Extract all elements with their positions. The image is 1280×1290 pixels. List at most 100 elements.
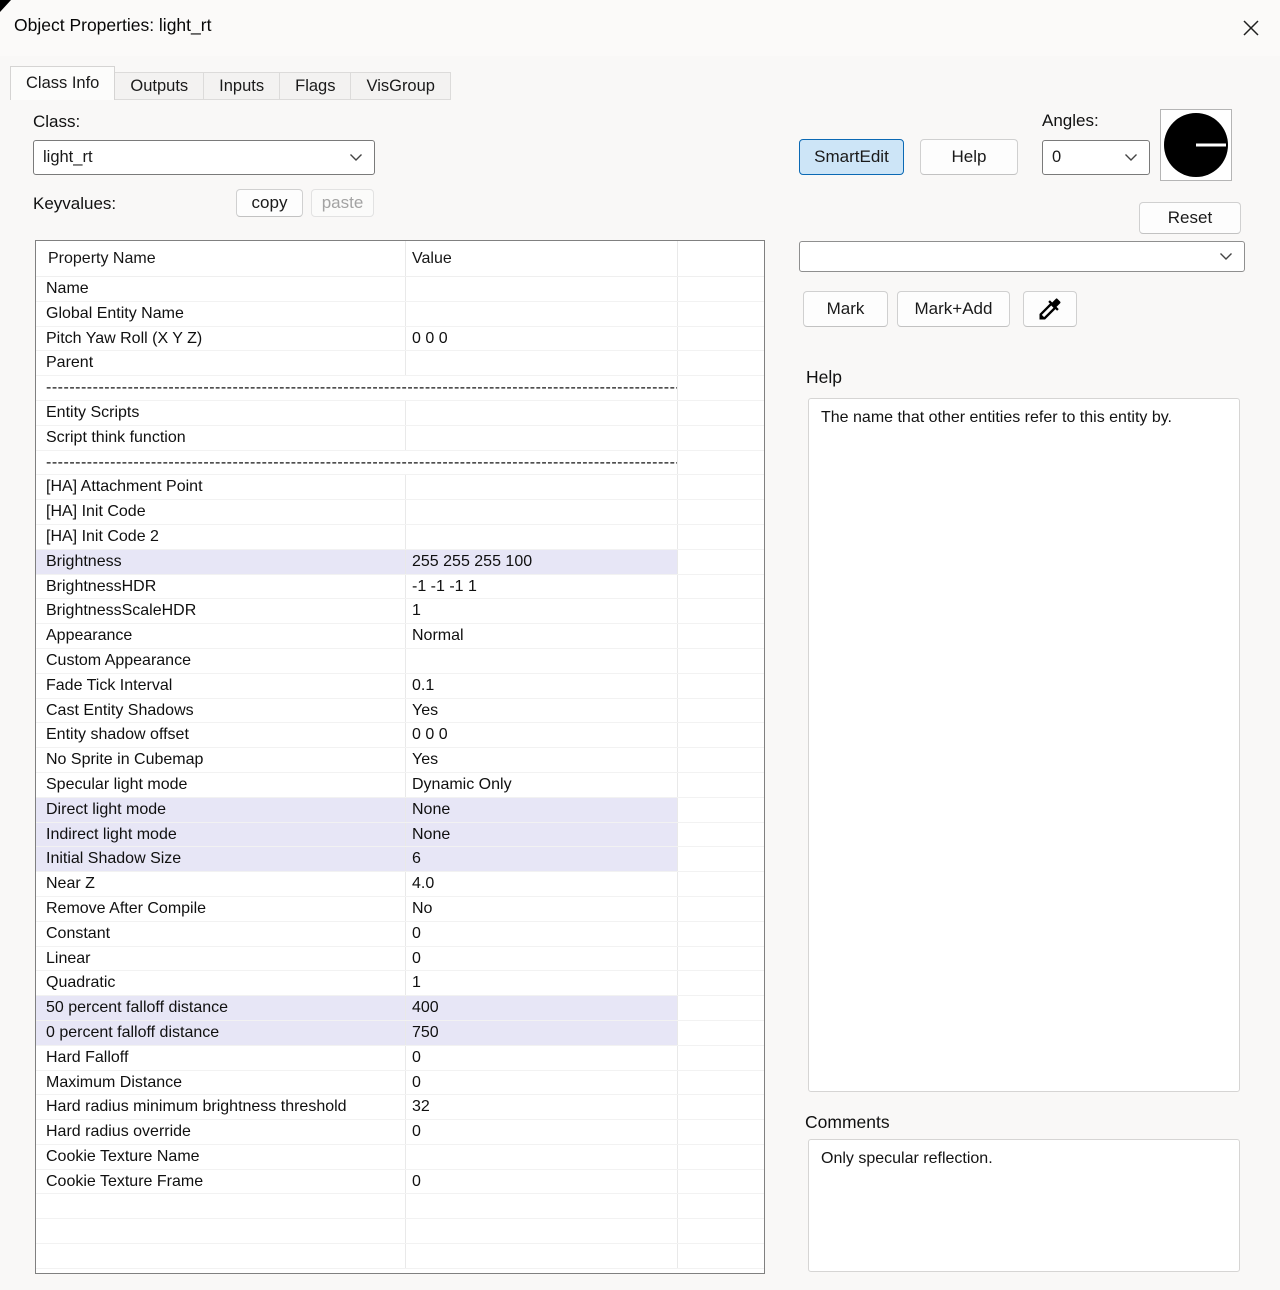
- tab-class-info[interactable]: Class Info: [10, 66, 116, 100]
- column-header-property-name[interactable]: Property Name: [36, 241, 406, 276]
- property-value-cell[interactable]: [406, 301, 678, 326]
- property-name-cell[interactable]: Cookie Texture Frame: [36, 1169, 406, 1194]
- property-value-cell[interactable]: [406, 277, 678, 301]
- property-name-cell[interactable]: Appearance: [36, 624, 406, 648]
- property-name-cell[interactable]: Quadratic: [36, 971, 406, 996]
- property-value-cell[interactable]: Yes: [406, 748, 678, 772]
- property-name-cell[interactable]: [36, 1219, 406, 1244]
- property-value-cell[interactable]: [406, 1194, 678, 1219]
- property-name-cell[interactable]: Hard radius minimum brightness threshold: [36, 1095, 406, 1120]
- property-value-cell[interactable]: 0 0 0: [406, 723, 678, 748]
- property-name-cell[interactable]: Entity shadow offset: [36, 723, 406, 748]
- property-name-cell[interactable]: [36, 1194, 406, 1219]
- mark-button[interactable]: Mark: [803, 291, 888, 327]
- table-row[interactable]: Initial Shadow Size 6: [36, 847, 764, 873]
- property-name-cell[interactable]: Custom Appearance: [36, 648, 406, 673]
- property-value-cell[interactable]: 0: [406, 1070, 678, 1095]
- table-row[interactable]: Appearance Normal: [36, 624, 764, 649]
- table-row[interactable]: Fade Tick Interval 0.1: [36, 673, 764, 699]
- table-row[interactable]: Name: [36, 277, 764, 302]
- class-combobox[interactable]: light_rt: [33, 140, 375, 175]
- property-value-cell[interactable]: 750: [406, 1020, 678, 1045]
- property-name-cell[interactable]: Fade Tick Interval: [36, 673, 406, 698]
- property-value-cell[interactable]: 0: [406, 946, 678, 971]
- table-row[interactable]: [HA] Init Code: [36, 500, 764, 525]
- separator-row[interactable]: ----------------------------------------…: [36, 376, 764, 401]
- property-name-cell[interactable]: 50 percent falloff distance: [36, 996, 406, 1020]
- property-value-cell[interactable]: None: [406, 822, 678, 847]
- property-name-cell[interactable]: Constant: [36, 921, 406, 946]
- property-value-cell[interactable]: [406, 475, 678, 500]
- tab-outputs[interactable]: Outputs: [114, 72, 205, 100]
- property-name-cell[interactable]: Name: [36, 277, 406, 301]
- property-name-cell[interactable]: Cast Entity Shadows: [36, 698, 406, 723]
- title-bar[interactable]: Object Properties: light_rt: [0, 0, 1280, 56]
- property-value-cell[interactable]: 1: [406, 599, 678, 624]
- property-name-cell[interactable]: No Sprite in Cubemap: [36, 748, 406, 772]
- eyedropper-button[interactable]: [1023, 291, 1077, 327]
- property-value-cell[interactable]: 0: [406, 921, 678, 946]
- table-row[interactable]: Hard Falloff 0: [36, 1045, 764, 1071]
- tab-inputs[interactable]: Inputs: [203, 72, 281, 100]
- property-name-cell[interactable]: Initial Shadow Size: [36, 847, 406, 872]
- property-value-cell[interactable]: 32: [406, 1095, 678, 1120]
- table-row[interactable]: Hard radius minimum brightness threshold…: [36, 1095, 764, 1121]
- property-value-cell[interactable]: [406, 1244, 678, 1268]
- property-name-cell[interactable]: Global Entity Name: [36, 301, 406, 326]
- table-row[interactable]: 0 percent falloff distance 750: [36, 1020, 764, 1046]
- paste-button[interactable]: paste: [311, 189, 374, 217]
- property-value-cell[interactable]: 0.1: [406, 673, 678, 698]
- table-row[interactable]: Constant 0: [36, 921, 764, 947]
- table-row[interactable]: [36, 1194, 764, 1220]
- property-name-cell[interactable]: Cookie Texture Name: [36, 1144, 406, 1169]
- table-row[interactable]: Global Entity Name: [36, 301, 764, 327]
- table-row[interactable]: Cast Entity Shadows Yes: [36, 698, 764, 724]
- property-name-cell[interactable]: Pitch Yaw Roll (X Y Z): [36, 326, 406, 351]
- property-value-cell[interactable]: 255 255 255 100: [406, 549, 678, 574]
- property-name-cell[interactable]: [HA] Init Code 2: [36, 524, 406, 549]
- table-row[interactable]: [36, 1219, 764, 1245]
- property-value-cell[interactable]: [406, 400, 678, 425]
- tab-visgroup[interactable]: VisGroup: [350, 72, 451, 100]
- property-name-cell[interactable]: BrightnessHDR: [36, 574, 406, 599]
- property-name-cell[interactable]: Specular light mode: [36, 772, 406, 797]
- table-row[interactable]: [HA] Init Code 2: [36, 524, 764, 550]
- property-value-cell[interactable]: 0: [406, 1045, 678, 1070]
- property-value-cell[interactable]: 0: [406, 1169, 678, 1194]
- help-button[interactable]: Help: [920, 139, 1018, 175]
- table-row[interactable]: Quadratic 1: [36, 971, 764, 997]
- table-row[interactable]: Remove After Compile No: [36, 896, 764, 922]
- property-name-cell[interactable]: Entity Scripts: [36, 400, 406, 425]
- property-name-cell[interactable]: Parent: [36, 351, 406, 376]
- table-row[interactable]: 50 percent falloff distance 400: [36, 996, 764, 1021]
- table-row[interactable]: Brightness 255 255 255 100: [36, 549, 764, 575]
- table-row[interactable]: Entity Scripts: [36, 400, 764, 426]
- property-name-cell[interactable]: [HA] Attachment Point: [36, 475, 406, 500]
- table-row[interactable]: Pitch Yaw Roll (X Y Z) 0 0 0: [36, 326, 764, 352]
- property-value-cell[interactable]: Dynamic Only: [406, 772, 678, 797]
- property-value-cell[interactable]: [406, 524, 678, 549]
- keyvalue-filter-combobox[interactable]: [799, 241, 1245, 272]
- table-row[interactable]: Direct light mode None: [36, 797, 764, 823]
- tab-flags[interactable]: Flags: [279, 72, 352, 100]
- property-name-cell[interactable]: Indirect light mode: [36, 822, 406, 847]
- angles-combobox[interactable]: 0: [1042, 140, 1150, 175]
- table-row[interactable]: [36, 1244, 764, 1269]
- property-name-cell[interactable]: 0 percent falloff distance: [36, 1020, 406, 1045]
- property-value-cell[interactable]: 1: [406, 971, 678, 996]
- mark-add-button[interactable]: Mark+Add: [897, 291, 1010, 327]
- separator-row[interactable]: ----------------------------------------…: [36, 450, 764, 476]
- property-name-cell[interactable]: [HA] Init Code: [36, 500, 406, 524]
- property-name-cell[interactable]: Maximum Distance: [36, 1070, 406, 1095]
- property-name-cell[interactable]: Near Z: [36, 872, 406, 896]
- angle-dial[interactable]: [1160, 109, 1232, 181]
- property-value-cell[interactable]: 6: [406, 847, 678, 872]
- smartedit-button[interactable]: SmartEdit: [799, 139, 904, 175]
- property-value-cell[interactable]: 0: [406, 1120, 678, 1144]
- table-row[interactable]: No Sprite in Cubemap Yes: [36, 748, 764, 773]
- copy-button[interactable]: copy: [236, 189, 303, 217]
- table-row[interactable]: [HA] Attachment Point: [36, 475, 764, 501]
- property-name-cell[interactable]: Direct light mode: [36, 797, 406, 822]
- property-name-cell[interactable]: [36, 1244, 406, 1268]
- table-row[interactable]: BrightnessHDR -1 -1 -1 1: [36, 574, 764, 600]
